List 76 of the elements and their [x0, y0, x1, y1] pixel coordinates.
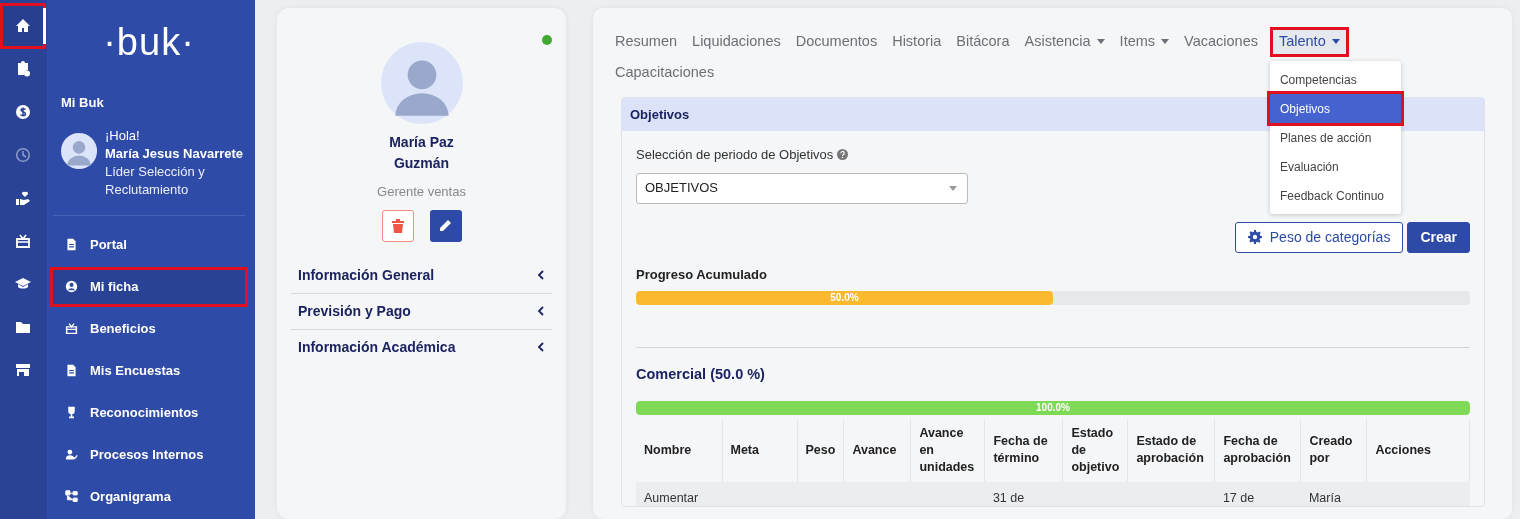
- settings-icon: [1247, 230, 1262, 244]
- sidebar-item[interactable]: Procesos Internos: [53, 437, 245, 472]
- sidebar-item[interactable]: Reconocimientos: [53, 395, 245, 430]
- trash-icon: [391, 218, 404, 233]
- help-icon: [837, 149, 849, 161]
- category-title: Comercial (50.0 %): [636, 365, 766, 384]
- gift-icon: [65, 322, 78, 335]
- gift-icon: [15, 233, 31, 249]
- field-label: Selección de periodo de Objetivos: [636, 146, 834, 164]
- column-header: Fecha de aprobación: [1214, 418, 1301, 482]
- home-icon: [15, 18, 31, 34]
- delete-button[interactable]: [381, 209, 414, 242]
- weights-button[interactable]: Peso de categorías: [1234, 221, 1404, 253]
- table-cell: María: [1308, 490, 1341, 505]
- table-cell: 17 de: [1222, 490, 1255, 505]
- rail-nav-button[interactable]: [3, 6, 43, 46]
- document-icon: [65, 238, 78, 251]
- nav-tab[interactable]: Talento: [1272, 30, 1346, 54]
- column-header: Nombre: [636, 418, 722, 482]
- column-header: Fecha de término: [984, 418, 1063, 482]
- nav-tab[interactable]: Resumen: [615, 30, 678, 54]
- column-header: Estado de aprobación: [1127, 418, 1215, 482]
- period-select[interactable]: OBJETIVOS: [636, 172, 968, 204]
- table-cell: Aumentar: [644, 490, 699, 505]
- sidebar-item[interactable]: Beneficios: [53, 311, 245, 346]
- nav-tab[interactable]: Vacaciones: [1184, 30, 1258, 54]
- accordion-header[interactable]: Información General: [291, 257, 552, 294]
- org-chart-icon: [65, 490, 78, 503]
- sidebar-item[interactable]: Organigrama: [53, 479, 245, 514]
- nav-tab[interactable]: Bitácora: [956, 30, 1010, 54]
- progress-fill: 50.0%: [636, 291, 1053, 305]
- user-icon: [65, 280, 78, 293]
- caret-icon: [949, 185, 957, 191]
- document-icon: [65, 364, 78, 377]
- nav-tab[interactable]: Asistencia: [1024, 30, 1105, 54]
- trophy-icon: [65, 406, 78, 419]
- edit-button[interactable]: [429, 209, 462, 242]
- column-header: Acciones: [1366, 418, 1470, 482]
- column-header: Meta: [722, 418, 797, 482]
- column-header: Avance en unidades: [910, 418, 985, 482]
- store-icon: [15, 362, 31, 378]
- nav-tab[interactable]: Items: [1119, 30, 1170, 54]
- clipboard-icon: [15, 61, 31, 77]
- accordion-header[interactable]: Previsión y Pago: [291, 293, 552, 330]
- nav-tab[interactable]: Liquidaciones: [692, 30, 781, 54]
- section-title: Mi Buk: [61, 94, 105, 112]
- sidebar-item[interactable]: Mi ficha: [53, 269, 245, 304]
- pencil-icon: [439, 219, 452, 232]
- table-cell: 31 de: [992, 490, 1025, 505]
- sidebar-item[interactable]: Portal: [53, 227, 245, 262]
- nav-tab[interactable]: Capacitaciones: [615, 60, 715, 85]
- column-header: Peso: [797, 418, 844, 482]
- nav-tab[interactable]: Historia: [892, 30, 942, 54]
- clock-icon: [15, 147, 31, 163]
- progress-fill: 100.0%: [636, 400, 1470, 415]
- user-check-icon: [65, 448, 78, 461]
- job-title: Gerente ventas: [377, 183, 466, 201]
- column-header: Creado por: [1300, 418, 1367, 482]
- greeting: ¡Hola!: [105, 126, 141, 145]
- nav-tab[interactable]: Documentos: [795, 30, 878, 54]
- create-button[interactable]: Crear: [1407, 221, 1470, 253]
- dropdown-item[interactable]: Objetivos: [1269, 94, 1401, 123]
- column-header: Estado de objetivo: [1062, 418, 1128, 482]
- column-header: Avance: [843, 418, 911, 482]
- dropdown-item[interactable]: Evaluación: [1269, 152, 1401, 181]
- user-role: Líder Selección y Reclutamiento: [105, 162, 206, 199]
- progress-label: Progreso Acumulado: [636, 265, 768, 284]
- dollar-icon: [15, 104, 31, 120]
- logo: ·buk·: [102, 20, 196, 65]
- dropdown-item[interactable]: Feedback Continuo: [1269, 181, 1401, 210]
- profile-name: María Paz Guzmán: [388, 133, 455, 173]
- user-name: María Jesus Navarrete: [105, 144, 245, 163]
- sidebar-item[interactable]: Mis Encuestas: [53, 353, 245, 388]
- accordion-header[interactable]: Información Académica: [291, 329, 552, 365]
- folder-icon: [15, 319, 31, 335]
- hand-heart-icon: [15, 190, 31, 206]
